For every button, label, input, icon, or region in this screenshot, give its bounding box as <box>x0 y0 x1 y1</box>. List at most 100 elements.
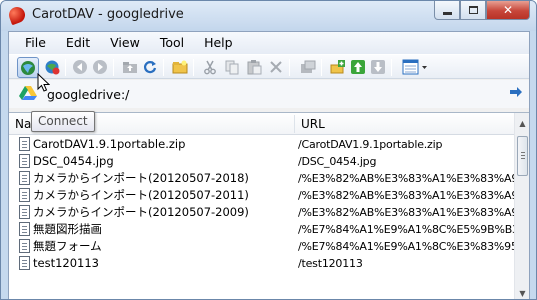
properties-icon <box>301 60 316 73</box>
file-icon <box>19 256 30 270</box>
file-name: 無題図形描画 <box>33 222 102 236</box>
google-drive-icon <box>19 86 37 100</box>
file-icon <box>19 222 30 236</box>
toolbar-separator <box>163 59 164 76</box>
up-folder-icon <box>123 62 137 73</box>
menu-view[interactable]: View <box>100 32 150 54</box>
back-icon <box>73 60 87 74</box>
new-folder-icon <box>172 60 188 74</box>
address-input[interactable] <box>45 84 485 104</box>
toolbar-separator <box>113 59 114 76</box>
mouse-cursor-icon <box>37 73 50 92</box>
carotdav-app-icon[interactable] <box>6 4 28 26</box>
paste-icon <box>247 60 262 75</box>
cut-button[interactable] <box>201 58 219 76</box>
up-folder-button[interactable] <box>121 58 139 76</box>
add-favorite-icon <box>330 60 345 74</box>
minimize-icon <box>442 11 452 15</box>
copy-button[interactable] <box>223 58 241 76</box>
table-row[interactable]: CarotDAV1.9.1portable.zip/CarotDAV1.9.1p… <box>9 136 514 153</box>
file-icon <box>19 239 30 253</box>
delete-button[interactable] <box>267 58 285 76</box>
toolbar-separator <box>289 59 290 76</box>
menu-edit[interactable]: Edit <box>56 32 100 54</box>
table-row[interactable]: カメラからインポート(20120507-2011) /%E3%82%AB%E3%8… <box>9 187 514 204</box>
table-row[interactable]: カメラからインポート(20120507-2009) /%E3%82%AB%E3%8… <box>9 204 514 221</box>
menu-file[interactable]: File <box>15 32 56 54</box>
toolbar <box>9 54 529 79</box>
file-icon <box>19 171 30 185</box>
scrollbar-thumb[interactable] <box>517 136 528 176</box>
tooltip: Connect <box>31 111 95 132</box>
file-icon <box>19 205 30 219</box>
file-url: /%E7%84%A1%E9%A1%8C%E5%9B%B3%E5%BD <box>298 223 514 236</box>
file-url: /CarotDAV1.9.1portable.zip <box>298 138 443 151</box>
paste-button[interactable] <box>245 58 263 76</box>
toolbar-separator <box>65 59 66 76</box>
file-url: /%E3%82%AB%E3%83%A1%E3%83%A9%E3%8 <box>298 172 514 185</box>
toolbar-separator <box>321 59 322 76</box>
download-button[interactable] <box>369 58 387 76</box>
upload-icon <box>351 60 365 74</box>
file-name: CarotDAV1.9.1portable.zip <box>33 137 186 151</box>
toolbar-separator <box>193 59 194 76</box>
file-name: DSC_0454.jpg <box>33 154 114 168</box>
file-name: test120113 <box>33 256 99 270</box>
close-icon: ✕ <box>502 3 514 17</box>
minimize-button[interactable] <box>434 1 460 20</box>
table-row[interactable]: test120113/test120113 <box>9 255 514 272</box>
file-list: Na URL CarotDAV1.9.1portable.zip/CarotDA… <box>9 112 530 299</box>
menu-tool[interactable]: Tool <box>150 32 194 54</box>
close-button[interactable]: ✕ <box>486 1 530 20</box>
scroll-down-icon[interactable]: ▼ <box>515 285 530 299</box>
upload-button[interactable] <box>349 58 367 76</box>
file-url: /test120113 <box>298 257 363 270</box>
file-url: /%E7%84%A1%E9%A1%8C%E3%83%95%E3%82 <box>298 240 514 253</box>
file-name: 無題フォーム <box>33 239 102 253</box>
properties-button[interactable] <box>299 58 317 76</box>
refresh-button[interactable] <box>141 58 159 76</box>
maximize-icon <box>468 6 478 14</box>
address-bar <box>9 80 529 108</box>
forward-icon <box>93 60 107 74</box>
file-name: カメラからインポート(20120507-2011) <box>33 188 249 202</box>
window-controls: ✕ <box>434 1 530 21</box>
file-icon <box>19 188 30 202</box>
file-rows: CarotDAV1.9.1portable.zip/CarotDAV1.9.1p… <box>9 136 514 272</box>
app-window: CarotDAV - googledrive ✕ File Edit View … <box>0 0 537 300</box>
file-url: /DSC_0454.jpg <box>298 155 377 168</box>
file-url: /%E3%82%AB%E3%83%A1%E3%83%A9%E3%8 <box>298 206 514 219</box>
toolbar-separator <box>391 59 392 76</box>
go-arrow-icon[interactable] <box>509 86 523 98</box>
file-name: カメラからインポート(20120507-2009) <box>33 205 249 219</box>
refresh-icon <box>143 61 157 74</box>
view-mode-icon <box>402 59 427 75</box>
title-bar[interactable]: CarotDAV - googledrive ✕ <box>1 1 536 31</box>
new-folder-button[interactable] <box>171 58 189 76</box>
menu-bar: File Edit View Tool Help <box>9 32 529 54</box>
client-area: File Edit View Tool Help googledrive:/ N… <box>8 31 530 299</box>
table-row[interactable]: DSC_0454.jpg/DSC_0454.jpg <box>9 153 514 170</box>
column-url-header[interactable]: URL <box>295 113 514 135</box>
view-mode-button[interactable] <box>401 58 429 76</box>
connect-button[interactable] <box>17 57 39 78</box>
copy-icon <box>225 60 239 75</box>
add-favorite-button[interactable] <box>329 58 347 76</box>
file-url: /%E3%82%AB%E3%83%A1%E3%83%A9%E3%8 <box>298 189 514 202</box>
table-row[interactable]: 無題フォーム /%E7%84%A1%E9%A1%8C%E3%83%95%E3%82 <box>9 238 514 255</box>
forward-button[interactable] <box>91 58 109 76</box>
connect-icon <box>21 60 35 75</box>
table-row[interactable]: カメラからインポート(20120507-2018) /%E3%82%AB%E3%8… <box>9 170 514 187</box>
scroll-up-icon[interactable]: ▲ <box>515 115 530 131</box>
vertical-scrollbar[interactable]: ▲ ▼ <box>514 113 530 299</box>
file-icon <box>19 137 30 151</box>
download-icon <box>371 60 385 74</box>
file-name: カメラからインポート(20120507-2018) <box>33 171 249 185</box>
cut-icon <box>204 60 216 75</box>
menu-help[interactable]: Help <box>194 32 243 54</box>
file-icon <box>19 154 30 168</box>
delete-icon <box>270 61 282 73</box>
back-button[interactable] <box>71 58 89 76</box>
maximize-button[interactable] <box>460 1 486 20</box>
table-row[interactable]: 無題図形描画 /%E7%84%A1%E9%A1%8C%E5%9B%B3%E5%BD <box>9 221 514 238</box>
